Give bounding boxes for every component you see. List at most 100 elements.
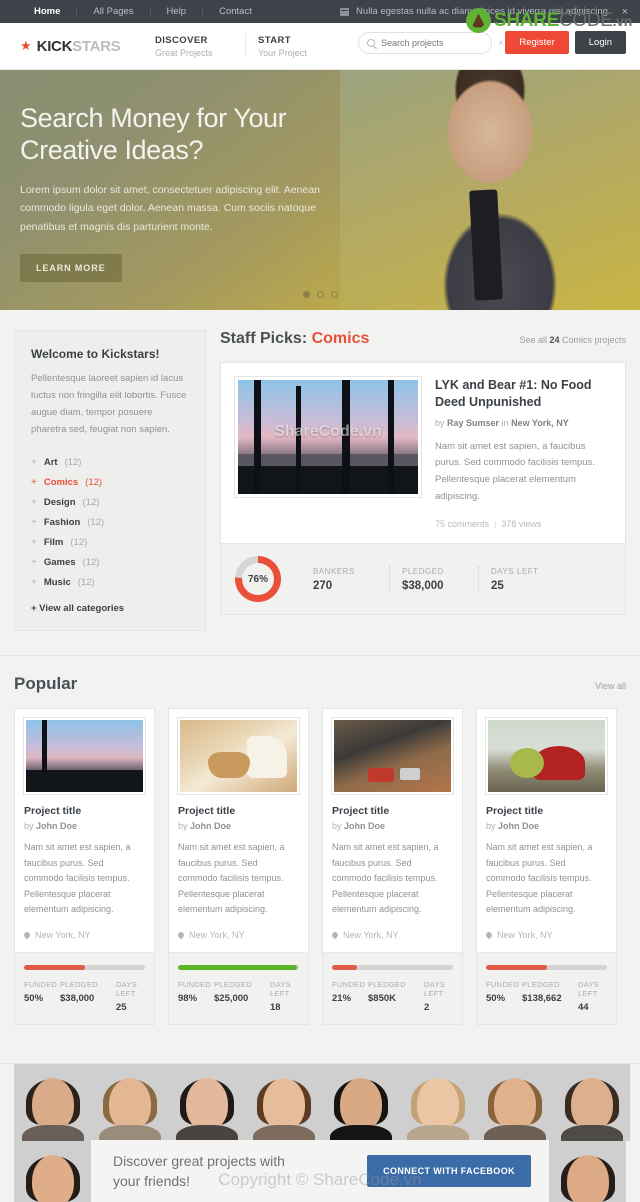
stat-days-left: DAYS LEFT 2 [424, 980, 453, 1013]
popular-view-all-link[interactable]: View all [595, 681, 626, 691]
header-actions: Register Login [505, 31, 626, 54]
search-input[interactable] [375, 38, 498, 48]
popular-card-thumbnail[interactable] [485, 717, 608, 796]
by-prefix: by [178, 821, 191, 832]
notification-banner: Nulla egestas nulla ac diam ultrices id … [340, 0, 628, 23]
sidebar-item-art[interactable]: + Art (12) [31, 452, 189, 472]
main-content: Welcome to Kickstars! Pellentesque laore… [0, 310, 640, 632]
category-label: Art [43, 456, 58, 468]
avatar [476, 1063, 553, 1141]
popular-card-author: by John Doe [24, 821, 145, 831]
calendar-icon [340, 7, 350, 16]
stat-days-left: DAYS LEFT 44 [578, 980, 607, 1013]
topnav-item-home[interactable]: Home [18, 6, 76, 17]
by-prefix: by [332, 821, 345, 832]
sidebar-item-fashion[interactable]: + Fashion (12) [31, 512, 189, 532]
sidebar-item-comics[interactable]: + Comics (12) [31, 472, 189, 492]
stat-label: FUNDED [332, 979, 366, 989]
stat-divider [389, 566, 390, 593]
stat-value: 98% [178, 992, 198, 1004]
stat-value: 2 [424, 1001, 430, 1013]
topnav-item-help[interactable]: Help [151, 6, 203, 17]
hero-dot-1[interactable] [303, 291, 310, 298]
popular-card[interactable]: Project title by John Doe Nam sit amet e… [322, 708, 463, 1025]
popular-card-footer: FUNDED 50% PLEDGED $138,662 DAYS LEFT 44 [477, 951, 616, 1024]
popular-card-title[interactable]: Project title [178, 805, 299, 817]
popular-grid: Project title by John Doe Nam sit amet e… [14, 708, 626, 1025]
hero-pagination [303, 291, 338, 298]
stat-pledged: PLEDGED $38,000 [60, 980, 116, 1013]
nav-discover-title: DISCOVER [155, 34, 208, 46]
popular-card-thumbnail[interactable] [177, 717, 300, 796]
popular-card-title[interactable]: Project title [24, 805, 145, 817]
funding-progress-bar [486, 964, 607, 970]
topnav-item-contact[interactable]: Contact [203, 6, 268, 17]
location-text: New York, NY [343, 929, 399, 940]
featured-project-thumbnail[interactable]: ShareCode.vn [234, 376, 422, 498]
location-text: New York, NY [497, 929, 553, 940]
popular-card-thumbnail[interactable] [331, 717, 454, 796]
popular-card-thumbnail[interactable] [23, 717, 146, 796]
facebook-cta-bar: Discover great projects with your friend… [91, 1139, 549, 1202]
nav-start[interactable]: START Your Project [258, 35, 348, 58]
author-name: John Doe [344, 821, 386, 832]
featured-project-card[interactable]: ShareCode.vn LYK and Bear #1: No Food De… [220, 362, 626, 616]
popular-card[interactable]: Project title by John Doe Nam sit amet e… [168, 708, 309, 1025]
popular-card[interactable]: Project title by John Doe Nam sit amet e… [14, 708, 155, 1025]
category-label: Games [43, 556, 76, 568]
avatar-body [175, 1124, 238, 1141]
popular-card-title[interactable]: Project title [332, 805, 453, 817]
category-label: Design [43, 496, 76, 508]
comments-count: 75 comments [435, 519, 490, 530]
author-name: John Doe [190, 821, 232, 832]
view-all-categories-link[interactable]: + View all categories [31, 603, 189, 614]
popular-card-footer: FUNDED 50% PLEDGED $38,000 DAYS LEFT 25 [15, 951, 154, 1024]
popular-card[interactable]: Project title by John Doe Nam sit amet e… [476, 708, 617, 1025]
hero-dot-3[interactable] [331, 291, 338, 298]
map-pin-icon [176, 930, 186, 939]
brand-stars: STARS [72, 37, 121, 55]
see-all-link[interactable]: See all 24 Comics projects [519, 335, 626, 345]
thumb-tree [254, 380, 261, 494]
close-icon[interactable]: × [622, 6, 628, 18]
hero-description: Lorem ipsum dolor sit amet, consectetuer… [20, 183, 320, 233]
login-button[interactable]: Login [574, 31, 626, 54]
stat-value: $25,000 [214, 992, 249, 1004]
stat-value: 50% [486, 992, 506, 1004]
clear-icon[interactable]: × [498, 38, 504, 49]
stat-label: BANKERS [313, 566, 355, 576]
category-count: (12) [85, 476, 103, 488]
sidebar-description: Pellentesque laoreet sapien id lacus luc… [31, 373, 187, 436]
sidebar-item-film[interactable]: + Film (12) [31, 532, 189, 552]
author-name[interactable]: Ray Sumser [447, 418, 499, 428]
sidebar-item-music[interactable]: + Music (12) [31, 572, 189, 592]
progress-fill [332, 964, 358, 970]
featured-project-title[interactable]: LYK and Bear #1: No Food Deed Unpunished [435, 377, 611, 411]
plus-icon: + [31, 476, 37, 488]
featured-project-meta: by Ray Sumser in New York, NY [435, 418, 611, 428]
nav-discover[interactable]: DISCOVER Great Projects [155, 35, 245, 58]
by-prefix: by [435, 417, 448, 428]
brand-wordmark: KICKSTARS [37, 38, 121, 55]
register-button[interactable]: Register [505, 31, 569, 54]
popular-card-title[interactable]: Project title [486, 805, 607, 817]
stat-bankers: BANKERS 270 [313, 567, 389, 592]
brand-logo[interactable]: ★ KICKSTARS [0, 38, 155, 55]
topnav-item-all-pages[interactable]: All Pages [77, 6, 149, 17]
avatar [168, 1063, 245, 1141]
sidebar-item-design[interactable]: + Design (12) [31, 492, 189, 512]
connect-with-facebook-button[interactable]: CONNECT WITH FACEBOOK [367, 1155, 531, 1188]
sidebar-item-games[interactable]: + Games (12) [31, 552, 189, 572]
facebook-cta-section: Discover great projects with your friend… [0, 1062, 640, 1202]
category-label: Fashion [43, 516, 81, 528]
location-text: New York, NY [35, 929, 91, 940]
search-box[interactable]: × [358, 32, 504, 54]
hero-dot-2[interactable] [317, 291, 324, 298]
stat-funded: FUNDED 50% [24, 980, 60, 1013]
learn-more-button[interactable]: LEARN MORE [20, 253, 122, 282]
stat-value: 50% [24, 992, 44, 1004]
project-location: New York, NY [511, 417, 569, 428]
stat-label: PLEDGED [214, 979, 252, 989]
stat-value: 18 [270, 1001, 281, 1013]
avatar-face [31, 1155, 74, 1202]
